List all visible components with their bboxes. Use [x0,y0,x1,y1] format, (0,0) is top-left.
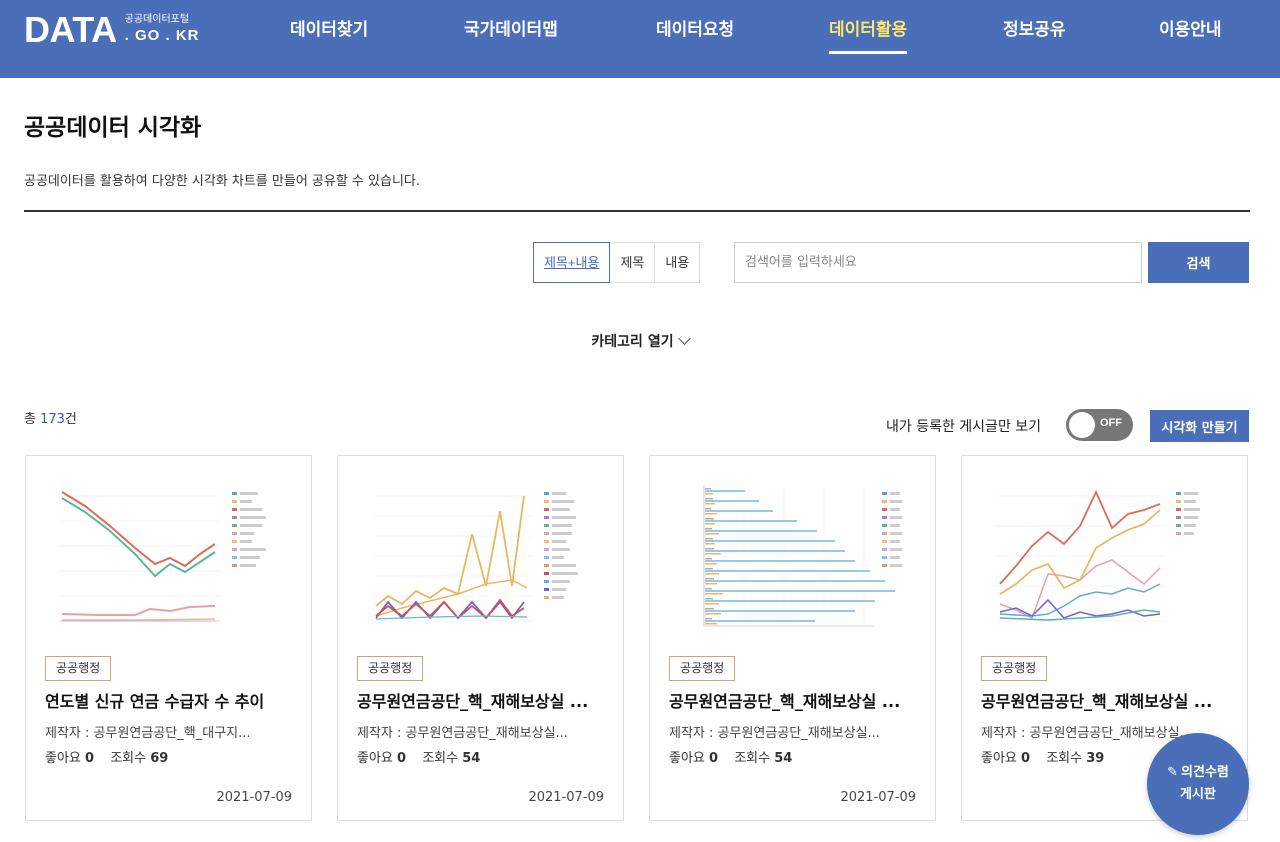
category-toggle-label: 카테고리 열기 [591,334,674,350]
main-nav: 데이터찾기 국가데이터맵 데이터요청 데이터활용 정보공유 이용안내 [240,0,1280,78]
nav-item-info-share[interactable]: 정보공유 [1003,18,1066,54]
chart-thumbnail [60,491,266,622]
toggle-state: OFF [1100,417,1122,429]
feedback-line1: ✎ 의견수렴 [1167,762,1229,784]
views-label: 조회수 [110,751,147,766]
card-title[interactable]: 공무원연금공단_핵_재해보상실 ... [669,688,924,712]
card-stats: 좋아요 0 조회수 54 [669,747,804,766]
views-count: 69 [150,751,169,766]
feedback-board-button[interactable]: ✎ 의견수렴 게시판 [1147,733,1249,835]
likes-label: 좋아요 [45,751,81,766]
card-author: 제작자 : 공무원연금공단_핵_대구지... [45,726,251,741]
chevron-down-icon [677,332,691,345]
chart-thumbnail [703,486,902,627]
likes-label: 좋아요 [981,751,1017,766]
card-stats: 좋아요 0 조회수 54 [357,747,492,766]
logo-sub-top: 공공데이터포털 [124,14,190,25]
visualization-card[interactable]: 공공행정 공무원연금공단_핵_재해보상실 ... 제작자 : 공무원연금공단_재… [649,455,936,821]
likes-count: 0 [397,751,407,766]
search-tab-title[interactable]: 제목 [609,242,656,283]
feedback-line2: 게시판 [1180,787,1216,802]
views-count: 54 [774,751,793,766]
category-badge: 공공행정 [981,656,1048,681]
card-date: 2021-07-09 [528,790,604,805]
my-posts-toggle[interactable]: OFF [1066,409,1133,441]
my-posts-toggle-label: 내가 등록한 게시글만 보기 [886,419,1042,435]
site-logo[interactable]: DATA 공공데이터포털 . GO . KR [24,10,199,50]
total-number: 173 [40,412,65,427]
card-stats: 좋아요 0 조회수 69 [45,747,180,766]
site-header: DATA 공공데이터포털 . GO . KR 데이터찾기 국가데이터맵 데이터요… [0,0,1280,78]
category-badge: 공공행정 [45,656,112,681]
nav-item-national-data-map[interactable]: 국가데이터맵 [464,18,558,54]
pencil-icon: ✎ [1167,765,1179,780]
feedback-line1-text: 의견수렴 [1181,765,1229,780]
total-prefix: 총 [24,412,41,427]
nav-item-data-search[interactable]: 데이터찾기 [290,18,368,54]
search-button[interactable]: 검색 [1148,242,1249,283]
views-count: 54 [462,751,481,766]
title-divider [24,210,1250,212]
nav-item-guide[interactable]: 이용안내 [1159,18,1222,54]
views-count: 39 [1086,751,1105,766]
card-author: 제작자 : 공무원연금공단_재해보상실... [357,726,568,741]
create-visualization-button[interactable]: 시각화 만들기 [1150,410,1249,442]
logo-main-text: DATA [24,9,117,50]
likes-label: 좋아요 [669,751,705,766]
card-title[interactable]: 공무원연금공단_핵_재해보상실 ... [357,688,612,712]
search-scope-tabs: 제목+내용 제목 내용 [533,242,701,283]
page-title: 공공데이터 시각화 [24,115,202,141]
views-label: 조회수 [422,751,459,766]
card-date: 2021-07-09 [216,790,292,805]
chart-thumbnail [374,492,578,622]
card-title[interactable]: 공무원연금공단_핵_재해보상실 ... [981,688,1236,712]
nav-item-data-use[interactable]: 데이터활용 [829,18,908,54]
search-tab-title-content[interactable]: 제목+내용 [533,242,611,283]
logo-sub: 공공데이터포털 . GO . KR [125,14,200,46]
visualization-card[interactable]: 공공행정 연도별 신규 연금 수급자 수 추이 제작자 : 공무원연금공단_핵_… [25,455,312,821]
likes-label: 좋아요 [357,751,393,766]
search-input[interactable] [734,242,1142,283]
card-date: 2021-07-09 [840,790,916,805]
card-author: 제작자 : 공무원연금공단_재해보상실... [669,726,880,741]
likes-count: 0 [85,751,95,766]
card-stats: 좋아요 0 조회수 39 [981,747,1116,766]
chart-thumbnail [996,489,1200,622]
total-count: 총 173건 [24,408,77,427]
views-label: 조회수 [734,751,771,766]
views-label: 조회수 [1046,751,1083,766]
card-title[interactable]: 연도별 신규 연금 수급자 수 추이 [45,688,300,712]
category-badge: 공공행정 [357,656,424,681]
likes-count: 0 [709,751,719,766]
visualization-card[interactable]: 공공행정 공무원연금공단_핵_재해보상실 ... 제작자 : 공무원연금공단_재… [337,455,624,821]
category-open-toggle[interactable]: 카테고리 열기 [580,330,700,352]
logo-sub-bottom: . GO . KR [124,27,200,44]
search-tab-content[interactable]: 내용 [654,242,701,283]
page-description: 공공데이터를 활용하여 다양한 시각화 차트를 만들어 공유할 수 있습니다. [24,174,420,189]
likes-count: 0 [1021,751,1031,766]
category-badge: 공공행정 [669,656,736,681]
toggle-knob [1069,412,1095,438]
total-suffix: 건 [64,412,77,427]
nav-item-data-request[interactable]: 데이터요청 [656,18,734,54]
